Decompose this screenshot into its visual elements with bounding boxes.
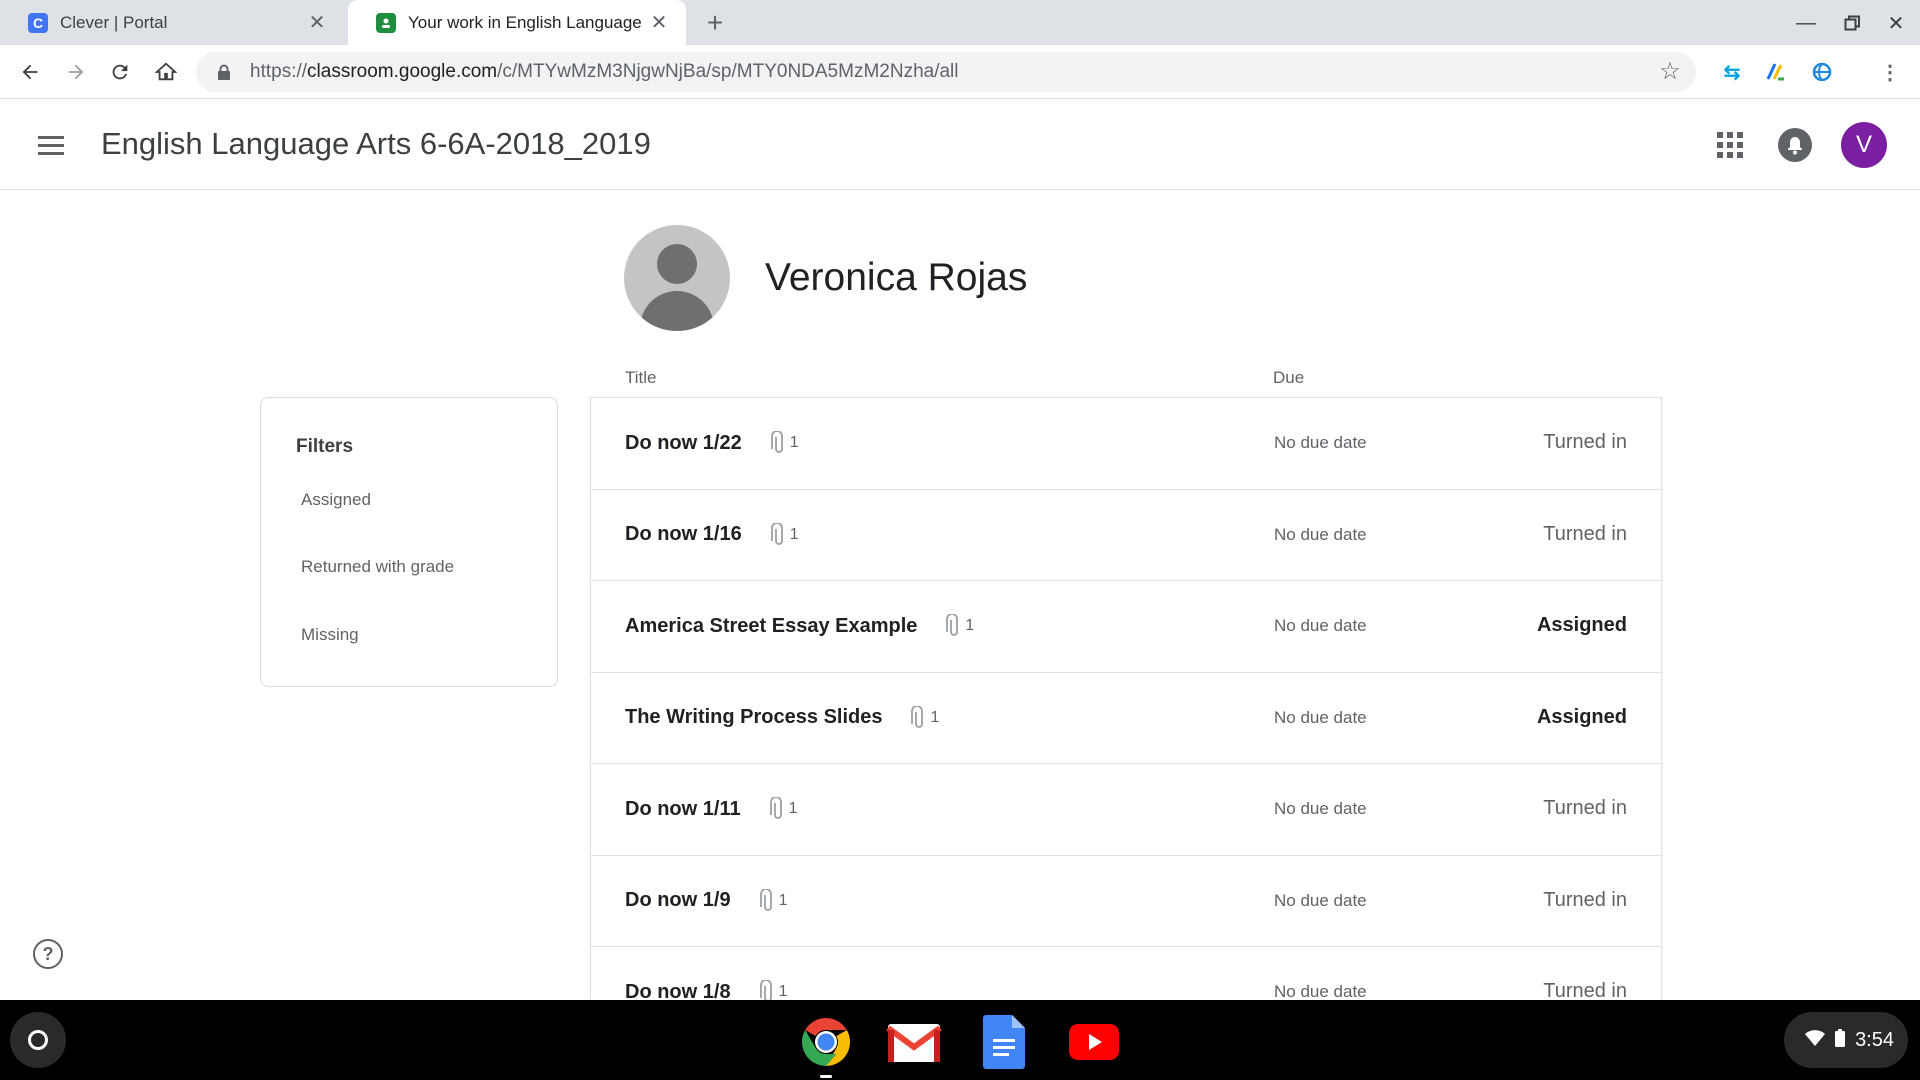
lock-icon (214, 62, 234, 82)
extension-arrows-icon[interactable]: ⇆ (1718, 58, 1746, 86)
wifi-icon (1805, 1029, 1826, 1051)
browser-menu-icon[interactable]: ⋮ (1876, 58, 1904, 86)
os-shelf: 3:54 (0, 1000, 1920, 1080)
tab-your-work[interactable]: Your work in English Language A ✕ (348, 0, 686, 45)
due-date: No due date (1274, 707, 1367, 727)
close-tab-icon[interactable]: ✕ (306, 12, 328, 34)
work-title: Do now 1/9 (625, 889, 731, 911)
back-icon[interactable] (12, 54, 48, 90)
attachment-count: 1 (778, 983, 788, 1000)
address-bar[interactable]: https://classroom.google.com/c/MTYwMzM3N… (196, 52, 1696, 92)
minimize-icon[interactable]: — (1788, 6, 1824, 40)
student-heading: Veronica Rojas (624, 225, 1027, 331)
status-label: Turned in (1543, 980, 1627, 1000)
status-label: Assigned (1536, 614, 1627, 636)
extension-kami-icon[interactable] (1762, 58, 1790, 86)
filters-panel: Filters Assigned Returned with grade Mis… (260, 397, 558, 687)
due-date: No due date (1274, 524, 1367, 544)
due-date: No due date (1274, 799, 1367, 818)
clock-text: 3:54 (1855, 1028, 1894, 1051)
attachment-clip-icon (759, 888, 773, 913)
filter-returned-with-grade[interactable]: Returned with grade (301, 557, 454, 577)
battery-icon (1835, 1028, 1846, 1052)
status-label: Turned in (1543, 888, 1627, 911)
reload-icon[interactable] (102, 54, 138, 90)
work-row[interactable]: America Street Essay Example 1 No due da… (591, 581, 1661, 673)
attachment-clip-icon (770, 522, 784, 547)
tab-clever-portal[interactable]: C Clever | Portal ✕ (0, 0, 344, 45)
work-list: Do now 1/22 1 No due date Turned in Do n… (590, 397, 1662, 1000)
youtube-icon[interactable] (1066, 1014, 1122, 1070)
attachment-clip-icon (910, 705, 924, 730)
column-header-title: Title (625, 368, 657, 387)
due-date: No due date (1274, 890, 1367, 910)
work-row[interactable]: Do now 1/16 1 No due date Turned in (591, 489, 1661, 581)
due-date: No due date (1274, 616, 1367, 635)
status-label: Turned in (1543, 797, 1627, 819)
classroom-header: English Language Arts 6-6A-2018_2019 V (0, 100, 1920, 190)
class-title[interactable]: English Language Arts 6-6A-2018_2019 (101, 126, 651, 162)
chrome-icon[interactable] (798, 1014, 854, 1070)
forward-icon[interactable] (58, 54, 94, 90)
student-name: Veronica Rojas (765, 256, 1028, 299)
work-title: Do now 1/16 (625, 523, 742, 545)
filter-missing[interactable]: Missing (301, 625, 359, 645)
due-date: No due date (1274, 982, 1367, 1000)
student-avatar-icon (624, 225, 730, 331)
close-tab-icon[interactable]: ✕ (648, 12, 670, 34)
main-menu-icon[interactable] (30, 124, 72, 166)
notifications-bell-icon[interactable] (1778, 128, 1812, 162)
work-row[interactable]: The Writing Process Slides 1 No due date… (591, 672, 1661, 764)
due-date: No due date (1274, 433, 1367, 452)
work-title: America Street Essay Example (625, 614, 918, 637)
tab-title: Your work in English Language A (408, 12, 642, 32)
attachment-count: 1 (965, 617, 975, 634)
extension-globe-icon[interactable] (1808, 58, 1836, 86)
new-tab-button[interactable]: + (700, 7, 730, 38)
work-title: Do now 1/8 (625, 980, 731, 1001)
close-window-icon[interactable]: ✕ (1878, 6, 1914, 40)
browser-tab-strip: C Clever | Portal ✕ Your work in English… (0, 0, 1920, 45)
attachment-count: 1 (789, 434, 799, 451)
help-icon[interactable]: ? (33, 939, 63, 969)
gmail-icon[interactable] (886, 1014, 942, 1070)
attachment-clip-icon (770, 431, 784, 455)
work-row[interactable]: Do now 1/9 1 No due date Turned in (591, 855, 1661, 947)
attachment-count: 1 (788, 800, 798, 817)
column-header-due: Due (1273, 368, 1305, 387)
status-label: Turned in (1543, 522, 1627, 545)
attachment-count: 1 (930, 708, 940, 726)
account-avatar[interactable]: V (1841, 122, 1887, 168)
attachment-count: 1 (778, 891, 788, 909)
active-app-indicator (820, 1075, 832, 1078)
attachment-clip-icon (759, 980, 773, 1000)
filter-assigned[interactable]: Assigned (301, 490, 371, 510)
work-row[interactable]: Do now 1/11 1 No due date Turned in (591, 764, 1661, 856)
home-icon[interactable] (148, 54, 184, 90)
work-row[interactable]: Do now 1/8 1 No due date Turned in (591, 947, 1661, 1000)
work-title: Do now 1/11 (625, 797, 741, 820)
google-apps-icon[interactable] (1710, 125, 1750, 165)
attachment-count: 1 (789, 525, 799, 543)
clever-favicon-icon: C (28, 12, 48, 33)
attachment-clip-icon (769, 797, 783, 821)
launcher-icon[interactable] (10, 1012, 66, 1068)
work-title: Do now 1/22 (625, 431, 742, 454)
status-label: Assigned (1536, 705, 1627, 728)
work-row[interactable]: Do now 1/22 1 No due date Turned in (591, 398, 1661, 490)
status-tray[interactable]: 3:54 (1784, 1012, 1908, 1068)
url-text: https://classroom.google.com/c/MTYwMzM3N… (250, 61, 959, 82)
restore-icon[interactable] (1834, 6, 1870, 40)
status-label: Turned in (1543, 431, 1627, 453)
tab-title: Clever | Portal (60, 12, 168, 32)
bookmark-star-icon[interactable]: ☆ (1658, 60, 1682, 84)
browser-toolbar: https://classroom.google.com/c/MTYwMzM3N… (0, 45, 1920, 99)
classroom-favicon-icon (376, 12, 396, 33)
filters-title: Filters (296, 436, 354, 457)
docs-icon[interactable] (976, 1014, 1032, 1070)
work-title: The Writing Process Slides (625, 706, 883, 728)
attachment-clip-icon (945, 614, 959, 638)
